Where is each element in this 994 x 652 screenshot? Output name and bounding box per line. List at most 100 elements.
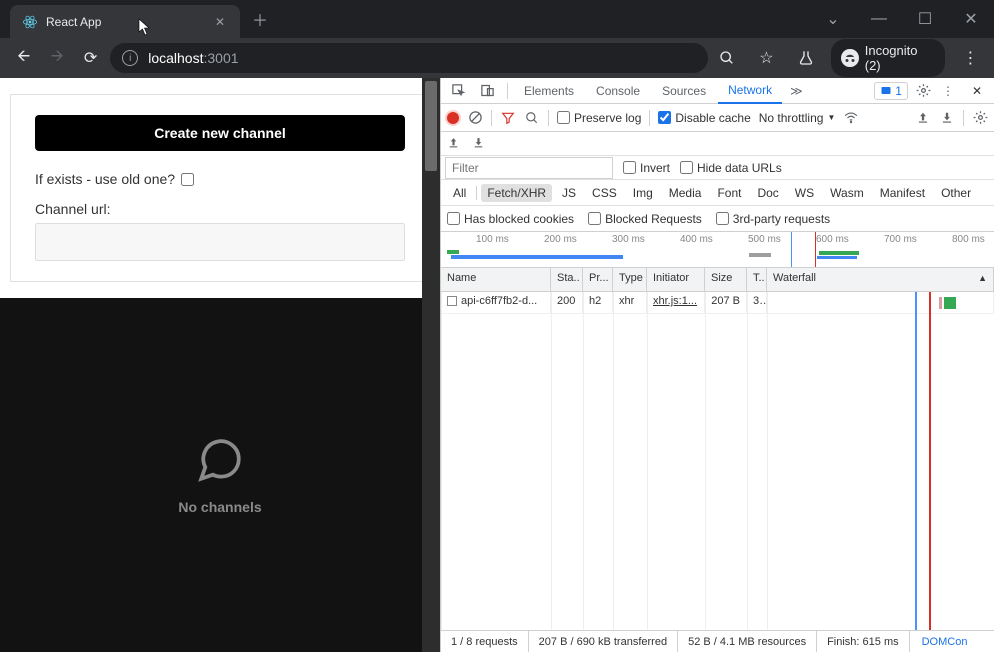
wifi-icon[interactable] bbox=[843, 111, 859, 125]
ftype-ws[interactable]: WS bbox=[789, 184, 820, 202]
ftype-font[interactable]: Font bbox=[711, 184, 747, 202]
search-icon[interactable] bbox=[714, 44, 741, 72]
tab-console[interactable]: Console bbox=[586, 78, 650, 104]
third-party-checkbox[interactable]: 3rd-party requests bbox=[716, 212, 830, 226]
status-domcon: DOMCon bbox=[912, 631, 978, 652]
network-header[interactable]: Name Sta.. Pr... Type Initiator Size T..… bbox=[441, 268, 994, 292]
incognito-badge[interactable]: Incognito (2) bbox=[831, 39, 945, 77]
tick: 100 ms bbox=[476, 234, 509, 245]
ftype-img[interactable]: Img bbox=[627, 184, 659, 202]
tab-sources[interactable]: Sources bbox=[652, 78, 716, 104]
status-transferred: 207 B / 690 kB transferred bbox=[529, 631, 678, 652]
col-name[interactable]: Name bbox=[441, 268, 551, 291]
status-requests: 1 / 8 requests bbox=[441, 631, 529, 652]
disable-cache-checkbox[interactable]: Disable cache bbox=[658, 111, 750, 125]
back-icon[interactable]: 🡨 bbox=[10, 44, 37, 72]
search-network-icon[interactable] bbox=[524, 111, 540, 125]
blocked-cookies-checkbox[interactable]: Has blocked cookies bbox=[447, 212, 574, 226]
blocked-requests-label: Blocked Requests bbox=[605, 212, 702, 226]
minimize-icon[interactable]: — bbox=[856, 4, 902, 34]
issues-badge[interactable]: 1 bbox=[874, 82, 908, 100]
close-window-icon[interactable]: ✕ bbox=[948, 4, 994, 34]
incognito-label: Incognito (2) bbox=[865, 43, 935, 73]
url-host: localhost bbox=[148, 50, 203, 66]
col-size[interactable]: Size bbox=[705, 268, 747, 291]
ftype-all[interactable]: All bbox=[447, 184, 472, 202]
ftype-js[interactable]: JS bbox=[556, 184, 582, 202]
create-channel-button[interactable]: Create new channel bbox=[35, 115, 405, 151]
blocked-requests-checkbox[interactable]: Blocked Requests bbox=[588, 212, 702, 226]
beaker-icon[interactable] bbox=[792, 44, 819, 72]
upload-icon[interactable] bbox=[915, 110, 931, 126]
channel-url-input[interactable] bbox=[35, 223, 405, 261]
kebab-icon[interactable]: ⋮ bbox=[957, 44, 984, 72]
ftype-other[interactable]: Other bbox=[935, 184, 977, 202]
channel-url-label: Channel url: bbox=[35, 201, 405, 217]
gear-icon[interactable] bbox=[916, 83, 932, 98]
filter-types-row2: Has blocked cookies Blocked Requests 3rd… bbox=[441, 206, 994, 232]
timeline-overview[interactable]: 100 ms 200 ms 300 ms 400 ms 500 ms 600 m… bbox=[441, 232, 994, 268]
ftype-manifest[interactable]: Manifest bbox=[874, 184, 931, 202]
devtools-tabs: Elements Console Sources Network ≫ 1 ⋮ ✕ bbox=[441, 78, 994, 104]
if-exists-row[interactable]: If exists - use old one? bbox=[35, 171, 405, 187]
ftype-media[interactable]: Media bbox=[663, 184, 708, 202]
omnibox[interactable]: i localhost:3001 bbox=[110, 43, 707, 73]
clear-icon[interactable] bbox=[467, 110, 483, 125]
col-status[interactable]: Sta.. bbox=[551, 268, 583, 291]
ftype-wasm[interactable]: Wasm bbox=[824, 184, 870, 202]
page-scrollbar[interactable] bbox=[422, 78, 440, 652]
download-har-icon[interactable] bbox=[472, 136, 485, 152]
col-initiator[interactable]: Initiator bbox=[647, 268, 705, 291]
more-tabs-icon[interactable]: ≫ bbox=[784, 78, 809, 104]
caret-down-icon[interactable]: ⌄ bbox=[810, 4, 856, 34]
browser-tab[interactable]: React App ✕ bbox=[10, 5, 240, 39]
reload-icon[interactable]: ⟳ bbox=[77, 44, 104, 72]
filter-icon[interactable] bbox=[500, 111, 516, 125]
invert-checkbox[interactable]: Invert bbox=[623, 161, 670, 175]
row-name: api-c6ff7fb2-d... bbox=[441, 292, 551, 313]
row-waterfall bbox=[767, 292, 994, 313]
info-icon[interactable]: i bbox=[122, 50, 138, 66]
if-exists-label: If exists - use old one? bbox=[35, 171, 175, 187]
devtools-kebab-icon[interactable]: ⋮ bbox=[940, 84, 956, 98]
network-toolbar: Preserve log Disable cache No throttling… bbox=[441, 104, 994, 132]
tick: 500 ms bbox=[748, 234, 781, 245]
col-type[interactable]: Type bbox=[613, 268, 647, 291]
filter-input[interactable] bbox=[445, 157, 613, 179]
inspect-icon[interactable] bbox=[445, 78, 472, 104]
upload-har-icon[interactable] bbox=[447, 136, 460, 152]
hide-data-urls-checkbox[interactable]: Hide data URLs bbox=[680, 161, 782, 175]
table-row[interactable]: api-c6ff7fb2-d... 200 h2 xhr xhr.js:1...… bbox=[441, 292, 994, 314]
close-tab-icon[interactable]: ✕ bbox=[212, 14, 228, 30]
forward-icon: 🡪 bbox=[43, 44, 70, 72]
ftype-doc[interactable]: Doc bbox=[751, 184, 784, 202]
row-size: 207 B bbox=[705, 292, 747, 313]
col-time[interactable]: T.. bbox=[747, 268, 767, 291]
network-statusbar: 1 / 8 requests 207 B / 690 kB transferre… bbox=[441, 630, 994, 652]
maximize-icon[interactable]: ☐ bbox=[902, 4, 948, 34]
record-button[interactable] bbox=[447, 112, 459, 124]
throttling-select[interactable]: No throttling ▼ bbox=[759, 111, 836, 125]
third-party-label: 3rd-party requests bbox=[733, 212, 830, 226]
ftype-xhr[interactable]: Fetch/XHR bbox=[481, 184, 552, 202]
tab-elements[interactable]: Elements bbox=[514, 78, 584, 104]
new-tab-button[interactable]: ＋ bbox=[246, 5, 274, 33]
network-settings-icon[interactable] bbox=[972, 110, 988, 126]
col-waterfall[interactable]: Waterfall▲ bbox=[767, 268, 994, 291]
download-icon[interactable] bbox=[939, 110, 955, 126]
tick: 200 ms bbox=[544, 234, 577, 245]
bookmark-icon[interactable]: ☆ bbox=[753, 44, 780, 72]
devtools-close-icon[interactable]: ✕ bbox=[964, 84, 990, 98]
invert-label: Invert bbox=[640, 161, 670, 175]
disable-cache-label: Disable cache bbox=[675, 111, 750, 125]
status-finish: Finish: 615 ms bbox=[817, 631, 910, 652]
preserve-log-checkbox[interactable]: Preserve log bbox=[557, 111, 641, 125]
device-icon[interactable] bbox=[474, 78, 501, 104]
if-exists-checkbox[interactable] bbox=[181, 173, 194, 186]
row-initiator[interactable]: xhr.js:1... bbox=[647, 292, 705, 313]
tab-network[interactable]: Network bbox=[718, 78, 782, 104]
ftype-css[interactable]: CSS bbox=[586, 184, 623, 202]
row-time: 3... bbox=[747, 292, 767, 313]
col-protocol[interactable]: Pr... bbox=[583, 268, 613, 291]
network-body: api-c6ff7fb2-d... 200 h2 xhr xhr.js:1...… bbox=[441, 292, 994, 630]
